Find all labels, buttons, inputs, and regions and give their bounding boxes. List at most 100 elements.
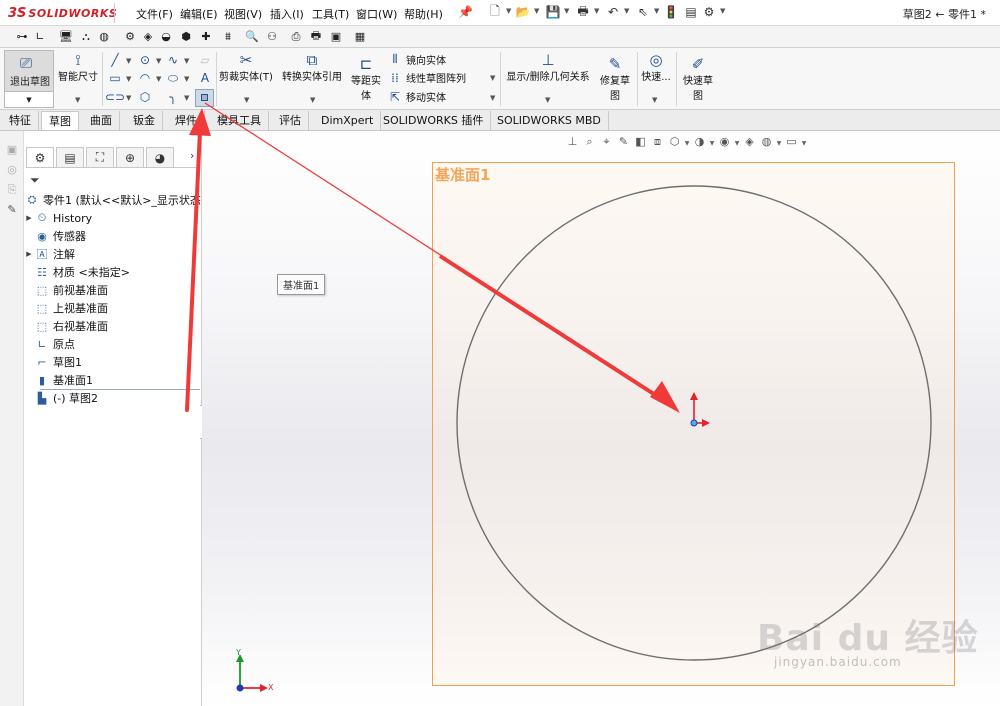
settings-gear-icon[interactable]: ⚙ bbox=[122, 29, 138, 44]
menu-insert[interactable]: 插入(I) bbox=[270, 6, 304, 22]
mirror-entities-button[interactable]: ⫴ 镜向实体 bbox=[388, 52, 446, 67]
measure-icon[interactable]: ⊶ bbox=[14, 29, 30, 44]
tree-item-history[interactable]: ▶ ⏲ History bbox=[24, 209, 202, 227]
arc-icon[interactable]: ◠ bbox=[136, 70, 154, 86]
chevron-down-icon[interactable]: ▼ bbox=[310, 96, 315, 104]
line-icon[interactable]: ╱ bbox=[106, 52, 124, 68]
convert-entities-button[interactable]: ⧉ 转换实体引用 bbox=[278, 52, 346, 83]
filter-icon[interactable]: ⏷ bbox=[30, 173, 40, 188]
chevron-down-icon[interactable]: ▼ bbox=[708, 140, 716, 147]
chevron-down-icon[interactable]: ▼ bbox=[545, 96, 550, 104]
offset-entities-button[interactable]: ⊏ 等距实 体 bbox=[348, 56, 384, 102]
quick-snaps-button[interactable]: ◎ 快速... bbox=[639, 52, 673, 83]
chevron-down-icon[interactable]: ▼ bbox=[184, 94, 189, 102]
zoom-to-fit-icon[interactable]: ⌕ bbox=[581, 135, 598, 151]
tree-item-origin[interactable]: ∟ 原点 bbox=[24, 335, 202, 353]
feature-manager-tab-icon[interactable]: ⚙ bbox=[26, 147, 54, 167]
circle-icon[interactable]: ⊙ bbox=[136, 52, 154, 68]
chevron-down-icon[interactable]: ▼ bbox=[506, 7, 511, 15]
calculator-icon[interactable]: ▦ bbox=[352, 29, 368, 44]
trim-entities-button[interactable]: ✂ 剪裁实体(T) bbox=[218, 52, 274, 83]
tab-solidworks-addins[interactable]: SOLIDWORKS 插件 bbox=[376, 111, 492, 130]
rectangle-icon[interactable]: ▭ bbox=[106, 70, 124, 86]
polygon-icon[interactable]: ⬡ bbox=[136, 89, 154, 105]
open-folder-icon[interactable]: 📂 bbox=[514, 4, 532, 20]
dimxpert-manager-tab-icon[interactable]: ⊕ bbox=[116, 147, 144, 167]
fillet-icon[interactable]: ╮ bbox=[164, 89, 182, 105]
tree-item-right-plane[interactable]: ⬚ 右视基准面 bbox=[24, 317, 202, 335]
tree-item-front-plane[interactable]: ⬚ 前视基准面 bbox=[24, 281, 202, 299]
exit-sketch-button[interactable]: ⎚ 退出草图 ▼ bbox=[4, 50, 54, 108]
tab-sketch[interactable]: 草图 bbox=[41, 111, 79, 130]
dynamic-annotation-icon[interactable]: ⧈ bbox=[649, 135, 666, 151]
chevron-down-icon[interactable]: ▼ bbox=[184, 75, 189, 83]
tab-sheet-metal[interactable]: 钣金 bbox=[126, 111, 163, 130]
copy-icon[interactable]: ⎘ bbox=[4, 183, 20, 199]
chevron-down-icon[interactable]: ▼ bbox=[156, 75, 161, 83]
select-cursor-icon[interactable]: ⇖ bbox=[634, 4, 652, 20]
options-gear-icon[interactable]: ⚙ bbox=[700, 4, 718, 20]
menu-window[interactable]: 窗口(W) bbox=[356, 6, 397, 22]
display-manager-tab-icon[interactable]: ◕ bbox=[146, 147, 174, 167]
display-relations-button[interactable]: ⊥ 显示/删除几何关系 bbox=[502, 52, 594, 83]
property-manager-tab-icon[interactable]: ▤ bbox=[56, 147, 84, 167]
tab-weldments[interactable]: 焊件 bbox=[168, 111, 205, 130]
chevron-down-icon[interactable]: ▼ bbox=[184, 57, 189, 65]
menu-file[interactable]: 文件(F) bbox=[136, 6, 173, 22]
tab-solidworks-mbd[interactable]: SOLIDWORKS MBD bbox=[490, 111, 609, 130]
sketch-tools-icon[interactable]: ✎ bbox=[4, 203, 20, 219]
mold-icon[interactable]: ◒ bbox=[158, 29, 174, 44]
export-icon[interactable]: ⎙ bbox=[288, 29, 304, 44]
tree-item-sensors[interactable]: ◉ 传感器 bbox=[24, 227, 202, 245]
chevron-down-icon[interactable]: ▼ bbox=[534, 7, 539, 15]
graphics-area[interactable]: ⊥ ⌕ ⌖ ✎ ◧ ⧈ ⬡ ▼ ◑ ▼ ◉ ▼ ◈ ◍ ▼ ▭ ▼ 基准面1 基… bbox=[202, 131, 1000, 706]
weld-icon[interactable]: ⩩ bbox=[220, 29, 236, 44]
view-orientation-cube-icon[interactable]: ⬡ bbox=[666, 135, 683, 151]
surface-icon[interactable]: ▱ bbox=[196, 52, 214, 68]
rapid-sketch-button[interactable]: ✐ 快速草 图 bbox=[678, 56, 718, 102]
zoom-search-icon[interactable]: 🔍 bbox=[244, 29, 260, 44]
hide-show-eye-icon[interactable]: ◉ bbox=[716, 135, 733, 151]
chevron-down-icon[interactable]: ▼ bbox=[126, 94, 131, 102]
chevron-down-icon[interactable]: ▼ bbox=[654, 7, 659, 15]
tree-item-material[interactable]: ☷ 材质 <未指定> bbox=[24, 263, 202, 281]
display-style-icon[interactable]: ◑ bbox=[691, 135, 708, 151]
undo-icon[interactable]: ↶ bbox=[604, 4, 622, 20]
save-icon[interactable]: 💾 bbox=[544, 4, 562, 20]
file-properties-icon[interactable]: ▤ bbox=[682, 4, 700, 20]
lock-icon[interactable]: ◎ bbox=[4, 163, 20, 179]
printer-icon[interactable]: 🖶 bbox=[308, 29, 324, 44]
configuration-manager-tab-icon[interactable]: ⛶ bbox=[86, 147, 114, 167]
ellipse-icon[interactable]: ⬭ bbox=[164, 70, 182, 86]
zoom-to-area-icon[interactable]: ⌖ bbox=[598, 135, 615, 151]
scene-icon[interactable]: ◍ bbox=[758, 135, 775, 151]
hierarchy-icon[interactable]: ⛬ bbox=[78, 29, 94, 44]
chevron-down-icon[interactable]: ▼ bbox=[490, 74, 495, 82]
binoculars-icon[interactable]: ⚇ bbox=[264, 29, 280, 44]
chevron-down-icon[interactable]: ▼ bbox=[733, 140, 741, 147]
slot-icon[interactable]: ⊂⊃ bbox=[105, 89, 125, 105]
chevron-down-icon[interactable]: ▼ bbox=[594, 7, 599, 15]
edit-appearance-icon[interactable]: ◈ bbox=[741, 135, 758, 151]
chevron-down-icon[interactable]: ▼ bbox=[75, 96, 80, 104]
chevron-down-icon[interactable]: ▼ bbox=[624, 7, 629, 15]
chevron-down-icon[interactable]: ▼ bbox=[126, 75, 131, 83]
menu-tools[interactable]: 工具(T) bbox=[312, 6, 349, 22]
chevron-down-icon[interactable]: ▼ bbox=[5, 91, 53, 107]
smart-dimension-button[interactable]: ⟟ 智能尺寸 bbox=[56, 52, 100, 83]
camera-icon[interactable]: ▣ bbox=[4, 143, 20, 159]
chevron-down-icon[interactable]: ▼ bbox=[126, 57, 131, 65]
image-icon[interactable]: ▣ bbox=[328, 29, 344, 44]
tab-dimxpert[interactable]: DimXpert bbox=[314, 111, 382, 130]
shield-icon[interactable]: ⬢ bbox=[178, 29, 194, 44]
point-tool-button[interactable] bbox=[195, 89, 214, 107]
chevron-down-icon[interactable]: ▼ bbox=[683, 140, 691, 147]
chevron-down-icon[interactable]: ▼ bbox=[652, 96, 657, 104]
tree-item-top-plane[interactable]: ⬚ 上视基准面 bbox=[24, 299, 202, 317]
chevron-down-icon[interactable]: ▼ bbox=[800, 140, 808, 147]
expand-icon[interactable]: ▶ bbox=[24, 250, 34, 258]
chevron-down-icon[interactable]: ▼ bbox=[564, 7, 569, 15]
spline-icon[interactable]: ∿ bbox=[164, 52, 182, 68]
view-orientation-icon[interactable]: ⊥ bbox=[564, 135, 581, 151]
part-icon[interactable]: ◈ bbox=[140, 29, 156, 44]
